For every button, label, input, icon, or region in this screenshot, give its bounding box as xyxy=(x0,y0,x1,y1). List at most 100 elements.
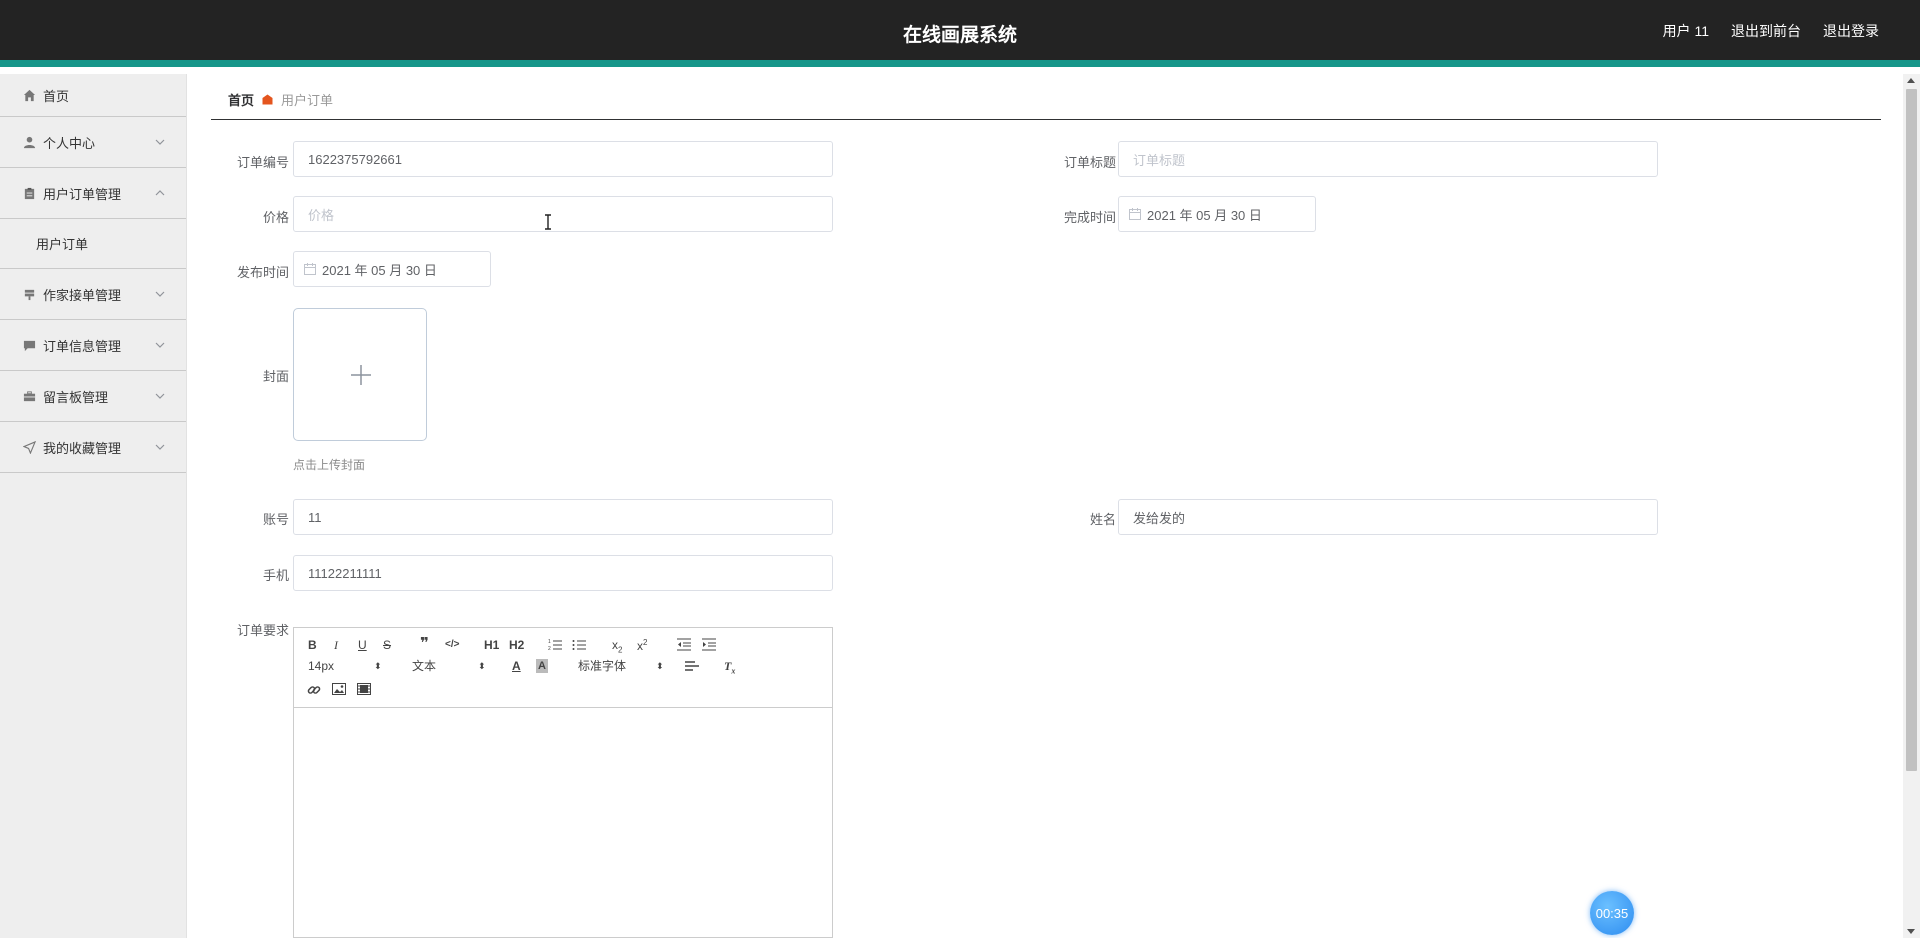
blockquote-button[interactable]: ❞ xyxy=(420,636,429,651)
breadcrumb-current: 用户订单 xyxy=(281,93,334,108)
sidebar-item-label: 首页 xyxy=(43,88,70,104)
image-button[interactable] xyxy=(332,683,346,695)
clipboard-icon xyxy=(22,186,36,200)
price-input[interactable]: 价格 xyxy=(293,196,833,232)
chevron-down-icon xyxy=(155,393,165,399)
link-icon xyxy=(307,686,321,694)
send-icon xyxy=(22,440,36,454)
publish-time-label: 发布时间 xyxy=(236,265,289,280)
breadcrumb-separator-icon xyxy=(262,94,273,105)
italic-button[interactable]: I xyxy=(334,638,338,652)
link-button[interactable] xyxy=(307,683,321,697)
order-title-input[interactable]: 订单标题 xyxy=(1118,141,1658,177)
price-label: 价格 xyxy=(262,210,289,225)
h1-button[interactable]: H1 xyxy=(484,638,499,652)
publish-time-value: 2021 年 05 月 30 日 xyxy=(322,262,437,278)
finish-time-picker[interactable]: 2021 年 05 月 30 日 xyxy=(1118,196,1316,232)
bold-button[interactable]: B xyxy=(308,638,317,652)
order-no-input[interactable]: 1622375792661 xyxy=(293,141,833,177)
cover-upload-tip: 点击上传封面 xyxy=(293,458,366,472)
page-scrollbar[interactable] xyxy=(1903,74,1920,938)
sidebar-subitem-user-orders[interactable]: 用户订单 xyxy=(0,219,186,269)
sidebar-item-personal-center[interactable]: 个人中心 xyxy=(0,117,186,168)
name-value: 发给发的 xyxy=(1133,510,1186,526)
order-no-value: 1622375792661 xyxy=(308,151,402,167)
plus-icon xyxy=(351,365,371,385)
sidebar-item-user-orders-management[interactable]: 用户订单管理 xyxy=(0,168,186,219)
sidebar-item-label: 留言板管理 xyxy=(43,389,109,405)
ordered-list-icon: 12 xyxy=(548,639,562,651)
align-left-icon xyxy=(685,661,699,671)
home-icon xyxy=(22,88,36,102)
phone-value: 11122211111 xyxy=(308,565,382,581)
account-value: 11 xyxy=(308,509,322,525)
background-color-button[interactable]: A xyxy=(536,659,548,673)
cover-uploader[interactable] xyxy=(293,308,427,441)
outdent-button[interactable] xyxy=(677,638,691,651)
sidebar-item-home[interactable]: 首页 xyxy=(0,74,186,117)
breadcrumb: 首页 用户订单 xyxy=(228,90,333,109)
finish-time-value: 2021 年 05 月 30 日 xyxy=(1147,207,1262,223)
publish-time-picker[interactable]: 2021 年 05 月 30 日 xyxy=(293,251,491,287)
editor-content-area[interactable] xyxy=(294,708,832,937)
align-button[interactable] xyxy=(685,660,699,672)
rich-text-editor: B I U S ❞ </> H1 H2 12 x2 x2 14px ⬍ 文本 ⬍… xyxy=(293,627,833,938)
account-label: 账号 xyxy=(262,512,289,527)
phone-input[interactable]: 11122211111 xyxy=(293,555,833,591)
user-icon xyxy=(22,135,36,149)
subscript-button[interactable]: x2 xyxy=(612,638,622,657)
video-icon xyxy=(357,683,371,695)
top-links: 用户 11 退出到前台 退出登录 xyxy=(1663,21,1879,41)
sidebar-subitem-label: 用户订单 xyxy=(36,237,89,252)
strike-button[interactable]: S xyxy=(383,638,391,652)
chevron-down-icon xyxy=(155,291,165,297)
text-cursor-icon xyxy=(545,214,551,230)
superscript-button[interactable]: x2 xyxy=(637,636,647,653)
bullet-list-button[interactable] xyxy=(572,638,586,651)
account-input[interactable]: 11 xyxy=(293,499,833,535)
ordered-list-button[interactable]: 12 xyxy=(548,638,562,651)
svg-text:1: 1 xyxy=(548,639,551,645)
name-label: 姓名 xyxy=(1089,512,1116,527)
video-button[interactable] xyxy=(357,683,371,695)
name-input[interactable]: 发给发的 xyxy=(1118,499,1658,535)
bullet-list-icon xyxy=(572,640,586,650)
clear-format-button[interactable]: Tx xyxy=(724,659,735,678)
code-block-button[interactable]: </> xyxy=(445,638,459,652)
sidebar-item-order-info-management[interactable]: 订单信息管理 xyxy=(0,320,186,371)
logout-link[interactable]: 退出登录 xyxy=(1823,21,1879,41)
sidebar-item-my-favorites-management[interactable]: 我的收藏管理 xyxy=(0,422,186,473)
cover-label: 封面 xyxy=(262,369,289,384)
scroll-down-arrow-icon[interactable] xyxy=(1907,929,1915,934)
header-select[interactable]: 文本 ⬍ xyxy=(412,659,486,673)
chevron-down-icon xyxy=(155,139,165,145)
chevron-down-icon xyxy=(155,444,165,450)
phone-label: 手机 xyxy=(262,568,289,583)
system-title: 在线画展系统 xyxy=(902,25,1017,46)
sidebar-item-writer-orders-management[interactable]: 作家接单管理 xyxy=(0,269,186,320)
font-size-value: 14px xyxy=(308,659,335,673)
order-title-label: 订单标题 xyxy=(1063,155,1116,170)
sidebar-item-label: 用户订单管理 xyxy=(43,186,122,202)
sidebar: 首页 个人中心 用户订单管理 用户订单 作家接单管理 订单信息管理 留言板管理 … xyxy=(0,74,187,938)
sidebar-item-label: 我的收藏管理 xyxy=(43,440,122,456)
font-color-button[interactable]: A xyxy=(512,659,521,673)
calendar-icon xyxy=(1129,208,1141,220)
breadcrumb-home[interactable]: 首页 xyxy=(228,90,254,109)
scroll-up-arrow-icon[interactable] xyxy=(1907,78,1915,83)
h2-button[interactable]: H2 xyxy=(509,638,524,652)
breadcrumb-divider xyxy=(211,119,1881,120)
stamp-icon xyxy=(22,287,36,301)
sidebar-item-message-board-management[interactable]: 留言板管理 xyxy=(0,371,186,422)
order-title-placeholder: 订单标题 xyxy=(1133,152,1186,168)
scrollbar-thumb[interactable] xyxy=(1906,89,1917,771)
underline-button[interactable]: U xyxy=(358,638,367,652)
indent-button[interactable] xyxy=(702,638,716,651)
svg-text:2: 2 xyxy=(548,646,551,651)
image-icon xyxy=(332,683,346,695)
chevron-down-icon xyxy=(155,342,165,348)
outdent-icon xyxy=(677,638,691,651)
font-family-select[interactable]: 标准字体 ⬍ xyxy=(578,659,664,673)
font-size-select[interactable]: 14px ⬍ xyxy=(308,659,382,673)
exit-to-front-link[interactable]: 退出到前台 xyxy=(1731,21,1801,41)
